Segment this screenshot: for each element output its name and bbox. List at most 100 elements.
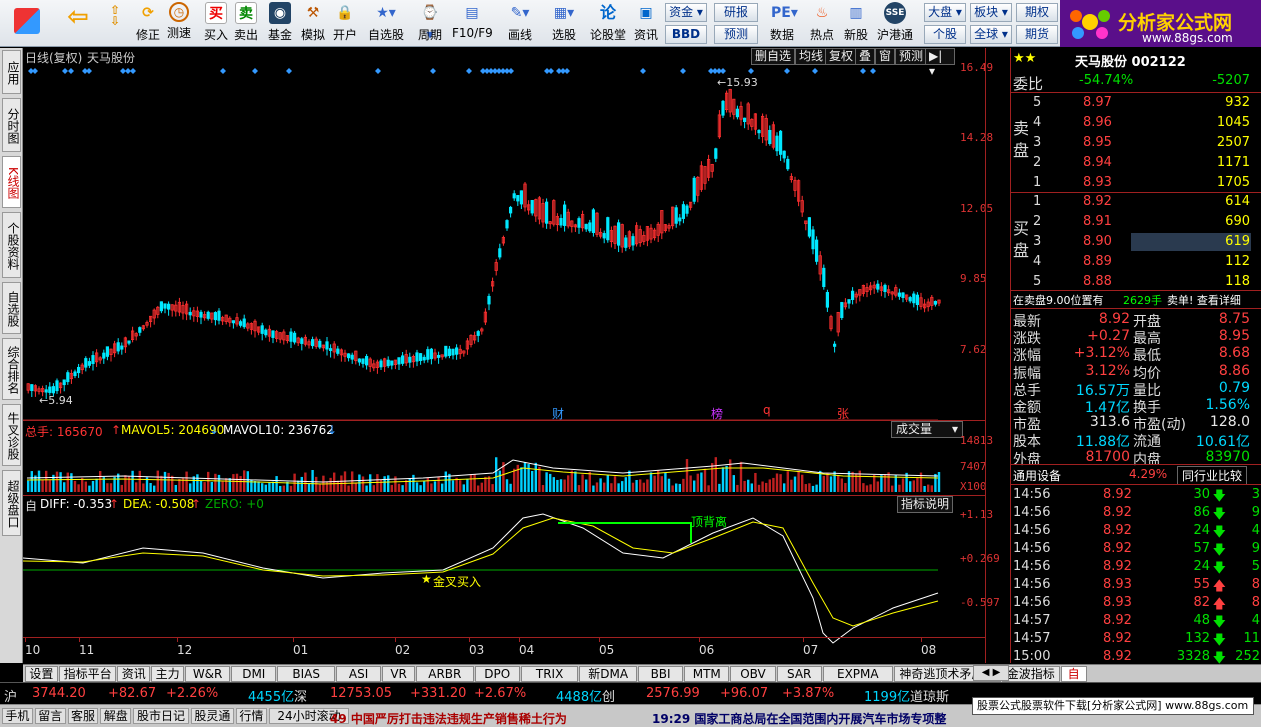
research-button[interactable]: 研报 xyxy=(714,3,758,22)
toolbar-btn-4[interactable]: ◉ 基金 xyxy=(265,2,295,45)
toolbar-btn-7[interactable]: ★▾ 自选股 xyxy=(365,2,407,45)
indicator-tab[interactable]: DPO xyxy=(474,666,520,682)
toolbar-btn-12[interactable]: 论论股堂 xyxy=(588,2,628,45)
favorite-stars-icon[interactable]: ★★ xyxy=(1013,51,1036,66)
sell-row[interactable]: 5 8.97 932 xyxy=(1011,94,1261,112)
side-tab-profile[interactable]: 个股资料 xyxy=(2,212,21,278)
back-button[interactable]: ⇦ xyxy=(60,2,96,45)
tab-scroll-arrows[interactable]: ◀ ▶ xyxy=(973,665,1009,681)
volume-indicator-select[interactable]: 成交量 ▾ xyxy=(891,421,963,438)
sell-row[interactable]: 2 8.94 1171 xyxy=(1011,154,1261,172)
indicator-tab[interactable]: OBV xyxy=(730,666,776,682)
finance-marker[interactable]: 财 xyxy=(552,405,564,422)
sell-row[interactable]: 4 8.96 1045 xyxy=(1011,114,1261,132)
side-tab-ranking[interactable]: 综合排名 xyxy=(2,338,21,400)
forecast-chart-button[interactable]: 预测 xyxy=(895,48,928,65)
status-button[interactable]: 留言 xyxy=(34,708,66,724)
toolbar-btn-14[interactable]: PE▾ 数据 xyxy=(764,2,800,45)
sz-index[interactable]: 12753.05 xyxy=(330,686,392,701)
status-button[interactable]: 手机 xyxy=(2,708,33,724)
toolbar-btn-16[interactable]: ▥ 新股 xyxy=(840,2,872,45)
dow-jones-label[interactable]: 道琼斯 xyxy=(910,686,949,705)
app-menu-button[interactable] xyxy=(10,2,44,45)
indicator-tab[interactable]: TRIX xyxy=(520,666,579,682)
indicator-tab[interactable]: 设置 xyxy=(25,666,58,682)
ad-banner[interactable]: 股票公式股票软件下载[分析家公式网] www.88gs.com xyxy=(972,697,1254,715)
toolbar-btn-15[interactable]: ♨ 热点 xyxy=(806,2,838,45)
indicator-tab[interactable]: 金波指标 xyxy=(1002,666,1060,682)
indicator-tab[interactable]: 资讯 xyxy=(117,666,151,682)
ranking-marker[interactable]: 榜 xyxy=(711,405,723,422)
buy-row[interactable]: 1 8.92 614 xyxy=(1011,193,1261,211)
indicator-tab[interactable]: ASI xyxy=(336,666,382,682)
sell-row[interactable]: 3 8.95 2507 xyxy=(1011,134,1261,152)
news-ticker-1[interactable]: 49 中国严厉打击违法违规生产销售稀土行为 xyxy=(330,710,567,727)
market-button[interactable]: 大盘 ▾ xyxy=(924,3,966,22)
sell-row[interactable]: 1 8.93 1705 xyxy=(1011,174,1261,192)
global-button[interactable]: 全球 ▾ xyxy=(970,25,1012,44)
remove-watchlist-button[interactable]: 删自选 xyxy=(751,48,796,65)
cy-index[interactable]: 2576.99 xyxy=(646,686,700,701)
indicator-tab[interactable]: 主力 xyxy=(151,666,184,682)
industry-compare-button[interactable]: 同行业比较 xyxy=(1177,466,1248,485)
buy-row[interactable]: 5 8.88 118 xyxy=(1011,273,1261,291)
indicator-tab[interactable]: 指标平台 xyxy=(58,666,117,682)
overlay-button[interactable]: 叠 xyxy=(855,48,876,65)
large-order-info[interactable]: 在卖盘9.00位置有 2629手 卖单! 查看详细 xyxy=(1011,291,1261,307)
panel-toggle-button[interactable]: ▶| ▾ xyxy=(925,48,955,78)
kline-chart-svg[interactable] xyxy=(23,48,1009,663)
buy-row[interactable]: 2 8.91 690 xyxy=(1011,213,1261,231)
toolbar-btn-2[interactable]: 买买入 xyxy=(202,2,230,45)
side-tab-diagnose[interactable]: 牛叉诊股 xyxy=(2,404,21,466)
toolbar-btn-11[interactable]: ▦▾ 选股 xyxy=(545,2,583,45)
chart-area[interactable]: 日线(复权) 天马股份 16.49 14.28 12.05 9.85 7.62 … xyxy=(23,48,1009,663)
indicator-tab[interactable]: MTM xyxy=(684,666,730,682)
status-button[interactable]: 行情 xyxy=(236,708,267,724)
side-tab-watchlist[interactable]: 自选股 xyxy=(2,282,21,334)
futures-button[interactable]: 期货 xyxy=(1016,25,1058,44)
indicator-tab[interactable]: BIAS xyxy=(277,666,335,682)
adjust-button[interactable]: 复权 xyxy=(825,48,858,65)
side-tab-intraday[interactable]: 分时图 xyxy=(2,98,21,152)
ma-button[interactable]: 均线 xyxy=(795,48,828,65)
forecast-button[interactable]: 预测 xyxy=(714,25,758,44)
toolbar-btn-17[interactable]: SSE 沪港通 xyxy=(874,2,916,45)
side-tab-kline[interactable]: K线图 xyxy=(2,156,21,208)
toolbar-btn-10[interactable]: ✎▾ 画线 xyxy=(500,2,540,45)
indicator-tab[interactable]: 新DMA xyxy=(579,666,637,682)
status-button[interactable]: 股市日记 xyxy=(133,708,189,724)
fund-flow-button[interactable]: 资金 ▾ xyxy=(665,3,707,22)
indicator-tab[interactable]: ARBR xyxy=(416,666,474,682)
toolbar-btn-5[interactable]: ⚒ 模拟 xyxy=(298,2,328,45)
indicator-tab[interactable]: EXPMA xyxy=(822,666,893,682)
sector-button[interactable]: 板块 ▾ xyxy=(970,3,1012,22)
status-button[interactable]: 股灵通 xyxy=(190,708,234,724)
indicator-help-button[interactable]: 指标说明 xyxy=(897,496,953,513)
toolbar-btn-6[interactable]: 🔒 开户 xyxy=(330,2,360,45)
buy-row[interactable]: 4 8.89 112 xyxy=(1011,253,1261,271)
toolbar-btn-8[interactable]: ⌚▾ 周期 xyxy=(410,2,450,45)
status-button[interactable]: 解盘 xyxy=(100,708,132,724)
indicator-tab[interactable]: 自 xyxy=(1060,666,1087,682)
industry-name[interactable]: 通用设备 xyxy=(1013,467,1061,484)
up-down-button[interactable]: ⇧ ⇩ xyxy=(102,2,128,45)
sh-index[interactable]: 3744.20 xyxy=(32,686,86,701)
side-tab-app[interactable]: 应用 xyxy=(2,50,21,94)
options-button[interactable]: 期权 xyxy=(1016,3,1058,22)
indicator-tab[interactable]: BBI xyxy=(638,666,684,682)
indicator-tab[interactable]: DMI xyxy=(231,666,277,682)
toolbar-btn-9[interactable]: ▤ F10/F9 xyxy=(452,2,493,45)
rise-marker[interactable]: 张 xyxy=(837,405,849,422)
indicator-tab[interactable]: VR xyxy=(382,666,415,682)
bbd-button[interactable]: BBD xyxy=(665,25,707,44)
news-ticker-2[interactable]: 19:29 国家工商总局在全国范围内开展汽车市场专项整 xyxy=(652,710,946,727)
window-button[interactable]: 窗 xyxy=(875,48,896,65)
side-tab-orderbook[interactable]: 超级盘口 xyxy=(2,470,21,536)
q-marker[interactable]: q xyxy=(763,403,771,417)
toolbar-btn-0[interactable]: ⟳ 修正 xyxy=(133,2,163,45)
toolbar-btn-3[interactable]: 卖卖出 xyxy=(232,2,260,45)
stock-button[interactable]: 个股 xyxy=(924,25,966,44)
status-button[interactable]: 客服 xyxy=(67,708,99,724)
toolbar-btn-1[interactable]: ◷ 测速 xyxy=(164,2,194,45)
toolbar-btn-13[interactable]: ▣ 资讯 xyxy=(630,2,662,45)
